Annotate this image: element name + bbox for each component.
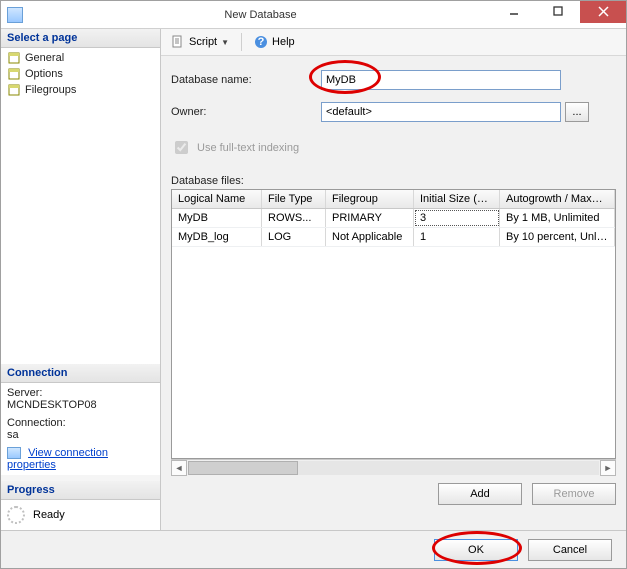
- grid-row[interactable]: MyDB ROWS... PRIMARY 3 By 1 MB, Unlimite…: [172, 209, 615, 228]
- close-icon: [598, 6, 609, 17]
- progress-header: Progress: [1, 481, 160, 500]
- server-label: Server:: [7, 387, 154, 399]
- connection-icon: [7, 447, 21, 459]
- new-database-dialog: New Database Select a page General: [0, 0, 627, 569]
- files-label: Database files:: [171, 175, 616, 187]
- grid-cell[interactable]: PRIMARY: [326, 209, 414, 227]
- toolbar-divider: [241, 33, 242, 51]
- maximize-icon: [553, 6, 563, 16]
- dbname-input[interactable]: [321, 70, 561, 90]
- view-connection-properties[interactable]: View connection properties: [7, 447, 154, 471]
- chevron-down-icon: ▼: [221, 38, 229, 47]
- page-icon: [7, 51, 21, 65]
- connection-value: sa: [7, 429, 154, 441]
- grid-header-filegroup[interactable]: Filegroup: [326, 190, 414, 208]
- progress-spinner-icon: [7, 506, 25, 524]
- grid-header-file-type[interactable]: File Type: [262, 190, 326, 208]
- page-list: General Options Filegroups: [1, 48, 160, 100]
- grid-cell[interactable]: 1: [414, 228, 500, 246]
- left-spacer: [1, 100, 160, 364]
- scroll-right-arrow[interactable]: ►: [600, 460, 616, 476]
- database-files-grid[interactable]: Logical Name File Type Filegroup Initial…: [171, 189, 616, 459]
- cancel-button[interactable]: Cancel: [528, 539, 612, 561]
- scroll-track[interactable]: [188, 461, 599, 475]
- grid-cell[interactable]: By 1 MB, Unlimited: [500, 209, 615, 227]
- connection-header: Connection: [1, 364, 160, 383]
- scroll-left-arrow[interactable]: ◄: [171, 460, 187, 476]
- connection-panel: Server: MCNDESKTOP08 Connection: sa View…: [1, 383, 160, 475]
- fulltext-row: Use full-text indexing: [171, 138, 616, 157]
- scroll-thumb[interactable]: [188, 461, 298, 475]
- fulltext-label: Use full-text indexing: [197, 142, 299, 154]
- dialog-body: Select a page General Options Filegroups…: [1, 29, 626, 530]
- help-icon: ?: [254, 35, 268, 49]
- page-label: Options: [25, 68, 63, 80]
- minimize-icon: [509, 6, 519, 16]
- script-button[interactable]: Script ▼: [171, 35, 229, 49]
- maximize-button[interactable]: [536, 1, 580, 21]
- page-item-general[interactable]: General: [1, 50, 160, 66]
- page-icon: [7, 67, 21, 81]
- progress-status: Ready: [33, 509, 65, 521]
- grid-cell[interactable]: Not Applicable: [326, 228, 414, 246]
- remove-button: Remove: [532, 483, 616, 505]
- window-title: New Database: [29, 9, 492, 21]
- help-button[interactable]: ? Help: [254, 35, 295, 49]
- dialog-footer: OK Cancel: [1, 530, 626, 568]
- owner-label: Owner:: [171, 106, 321, 118]
- grid-cell[interactable]: 3: [414, 209, 500, 227]
- grid-cell[interactable]: MyDB_log: [172, 228, 262, 246]
- grid-header: Logical Name File Type Filegroup Initial…: [172, 190, 615, 209]
- minimize-button[interactable]: [492, 1, 536, 21]
- ok-button[interactable]: OK: [434, 539, 518, 561]
- grid-header-initial-size[interactable]: Initial Size (MB): [414, 190, 500, 208]
- app-icon: [7, 7, 23, 23]
- window-buttons: [492, 7, 626, 23]
- add-button[interactable]: Add: [438, 483, 522, 505]
- svg-text:?: ?: [258, 36, 265, 48]
- script-icon: [171, 35, 185, 49]
- page-item-filegroups[interactable]: Filegroups: [1, 82, 160, 98]
- page-item-options[interactable]: Options: [1, 66, 160, 82]
- grid-header-logical-name[interactable]: Logical Name: [172, 190, 262, 208]
- owner-input[interactable]: [321, 102, 561, 122]
- grid-buttons: Add Remove: [171, 483, 616, 505]
- help-label: Help: [272, 36, 295, 48]
- page-label: General: [25, 52, 64, 64]
- script-label: Script: [189, 36, 217, 48]
- connection-label: Connection:: [7, 417, 154, 429]
- dbname-row: Database name:: [171, 70, 616, 90]
- toolbar: Script ▼ ? Help: [161, 29, 626, 56]
- server-value: MCNDESKTOP08: [7, 399, 154, 411]
- grid-cell[interactable]: ROWS...: [262, 209, 326, 227]
- close-button[interactable]: [580, 1, 626, 23]
- grid-cell[interactable]: By 10 percent, Unlimited: [500, 228, 615, 246]
- page-label: Filegroups: [25, 84, 76, 96]
- right-pane: Script ▼ ? Help Database name: Owner: ..…: [161, 29, 626, 530]
- grid-cell[interactable]: MyDB: [172, 209, 262, 227]
- grid-horizontal-scrollbar[interactable]: ◄ ►: [171, 459, 616, 475]
- owner-browse-button[interactable]: ...: [565, 102, 589, 122]
- grid-row[interactable]: MyDB_log LOG Not Applicable 1 By 10 perc…: [172, 228, 615, 247]
- left-pane: Select a page General Options Filegroups…: [1, 29, 161, 530]
- titlebar: New Database: [1, 1, 626, 29]
- owner-row: Owner: ...: [171, 102, 616, 122]
- fulltext-checkbox: [175, 141, 188, 154]
- view-connection-link[interactable]: View connection properties: [7, 447, 108, 471]
- dbname-label: Database name:: [171, 74, 321, 86]
- select-page-header: Select a page: [1, 29, 160, 48]
- grid-header-autogrowth[interactable]: Autogrowth / Maxsize: [500, 190, 615, 208]
- page-icon: [7, 83, 21, 97]
- progress-panel: Ready: [1, 500, 160, 530]
- grid-cell[interactable]: LOG: [262, 228, 326, 246]
